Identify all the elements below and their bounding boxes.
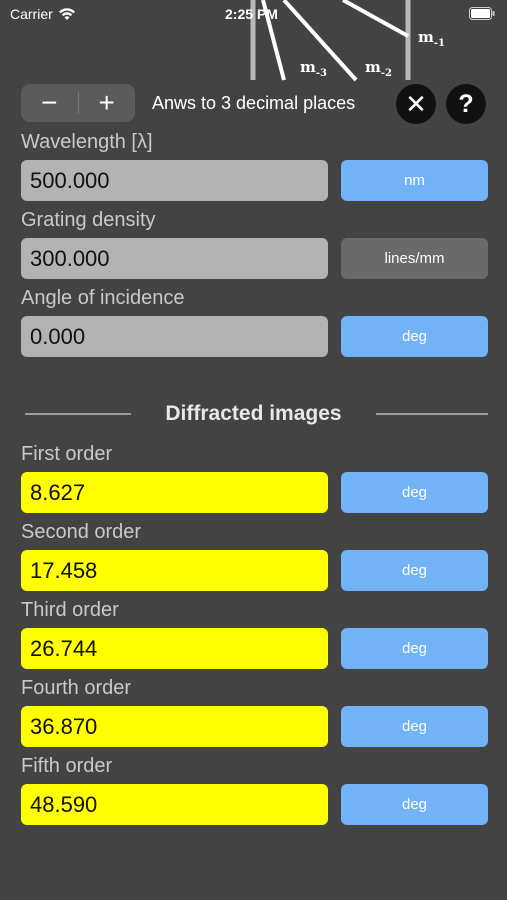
wifi-icon [58, 8, 75, 20]
carrier-info: Carrier [10, 6, 76, 22]
section-divider-right [376, 413, 488, 415]
decrement-button[interactable]: − [21, 84, 78, 122]
fourth-order-unit-button[interactable]: deg [341, 706, 488, 747]
grating-density-label: Grating density [21, 209, 156, 231]
fifth-order-label: Fifth order [21, 755, 113, 777]
diffraction-calculator: m-3 m-2 m-1 Carrier 2:25 PM − + Anws to … [0, 0, 507, 900]
first-order-label: First order [21, 443, 113, 465]
battery-icon [469, 7, 495, 20]
order-label-m-2: m-2 [365, 58, 392, 79]
status-time: 2:25 PM [225, 6, 278, 22]
grating-density-input[interactable]: 300.000 [21, 238, 328, 279]
incidence-angle-input[interactable]: 0.000 [21, 316, 328, 357]
status-bar: Carrier 2:25 PM [0, 0, 507, 28]
fourth-order-label: Fourth order [21, 677, 132, 699]
third-order-unit-button[interactable]: deg [341, 628, 488, 669]
incidence-angle-unit-button[interactable]: deg [341, 316, 488, 357]
wavelength-input[interactable]: 500.000 [21, 160, 328, 201]
increment-button[interactable]: + [78, 84, 135, 122]
close-icon: ✕ [405, 88, 427, 119]
second-order-label: Second order [21, 521, 142, 543]
wavelength-label: Wavelength [λ] [21, 131, 153, 153]
incidence-angle-label: Angle of incidence [21, 287, 185, 309]
decimal-stepper[interactable]: − + [21, 84, 135, 122]
grating-density-unit-button[interactable]: lines/mm [341, 238, 488, 279]
decimal-places-label: Anws to 3 decimal places [152, 93, 356, 113]
fourth-order-value: 36.870 [21, 706, 328, 747]
order-label-m-1: m-1 [418, 28, 445, 49]
order-label-m-3: m-3 [300, 58, 327, 79]
second-order-unit-button[interactable]: deg [341, 550, 488, 591]
close-button[interactable]: ✕ [396, 84, 436, 124]
carrier-name: Carrier [10, 6, 53, 22]
help-button[interactable]: ? [446, 84, 486, 124]
fifth-order-unit-button[interactable]: deg [341, 784, 488, 825]
second-order-value: 17.458 [21, 550, 328, 591]
fifth-order-value: 48.590 [21, 784, 328, 825]
third-order-label: Third order [21, 599, 119, 621]
first-order-unit-button[interactable]: deg [341, 472, 488, 513]
help-icon: ? [458, 89, 474, 118]
third-order-value: 26.744 [21, 628, 328, 669]
wavelength-unit-button[interactable]: nm [341, 160, 488, 201]
first-order-value: 8.627 [21, 472, 328, 513]
